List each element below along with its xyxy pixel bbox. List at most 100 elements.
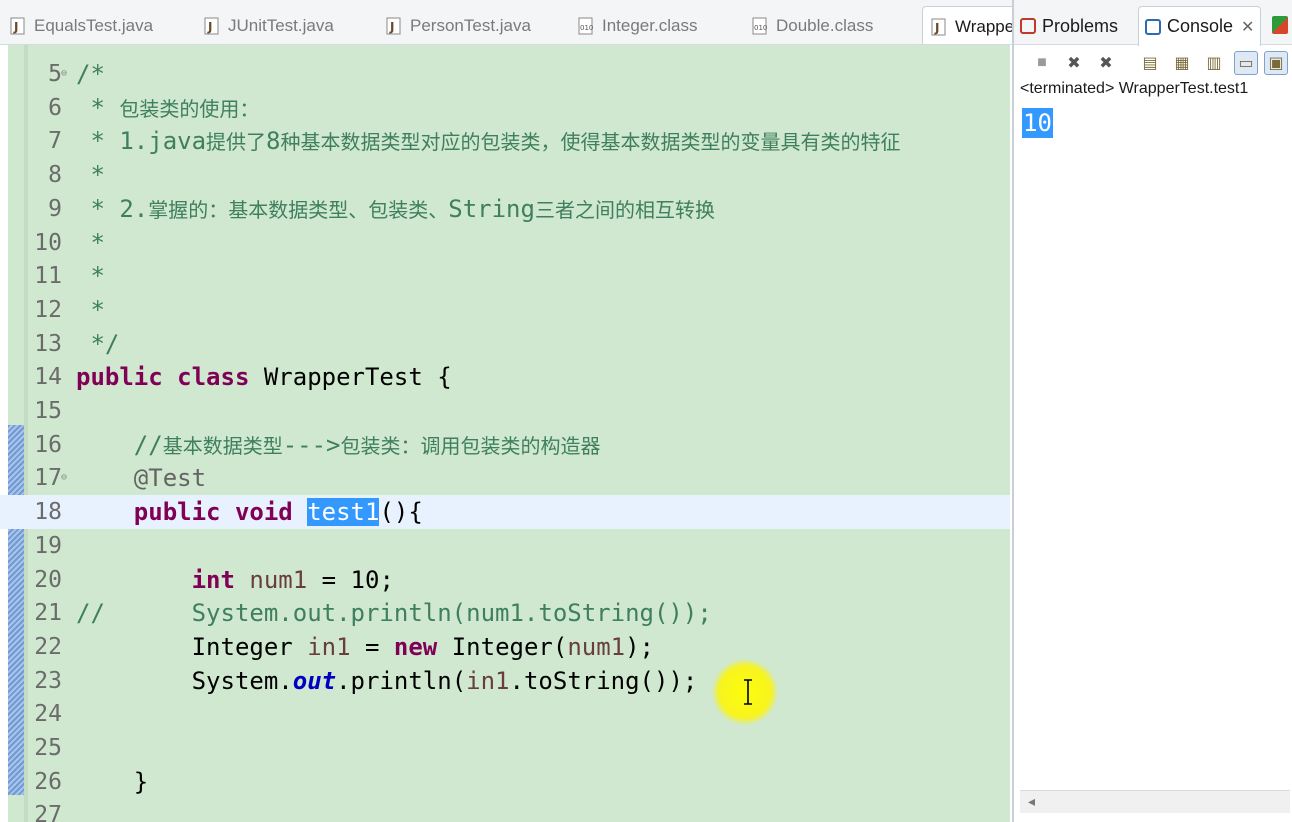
line-number: 12 — [34, 296, 62, 323]
line-number: 19 — [34, 532, 62, 559]
code-line[interactable]: 5 ⊖ /* — [0, 57, 1010, 91]
code-token: * — [76, 262, 105, 291]
code-token: 掌握的：基本数据类型、包装类、 — [148, 197, 449, 222]
code-line[interactable]: 8 * — [0, 158, 1010, 192]
code-line[interactable]: 18 public void test1(){ — [0, 495, 1010, 530]
code-token: 包装类：调用包装类的构造器 — [340, 433, 601, 458]
line-number: 23 — [34, 667, 62, 694]
code-token: 包装类的使用： — [119, 96, 260, 121]
view-tab-problems[interactable]: Problems — [1020, 8, 1118, 44]
code-line[interactable]: 13 */ — [0, 327, 1010, 361]
code-text: int num1 = 10; — [76, 563, 394, 597]
code-line[interactable]: 9 * 2.掌握的：基本数据类型、包装类、String三者之间的相互转换 — [0, 192, 1010, 226]
editor-tab-label: Double.class — [776, 16, 874, 35]
code-text: * 1.java提供了8种基本数据类型对应的包装类，使得基本数据类型的变量具有类… — [76, 124, 900, 159]
code-token: * — [76, 228, 105, 257]
view-tab-label: Console — [1167, 16, 1234, 36]
console-view: Problems Console ✕ ■ ✖ ✖ ▤ ▦ ▥ ▭ ▣ <terminated> W… — [1012, 0, 1292, 822]
editor-tab[interactable]: 010 Integer.class — [578, 8, 697, 44]
close-icon[interactable]: ✕ — [1241, 17, 1254, 37]
code-token: // System.out.println(num1.toString()); — [76, 599, 712, 628]
code-text: * 包装类的使用： — [76, 91, 259, 126]
fold-toggle-icon[interactable]: ⊖ — [61, 69, 70, 79]
class-file-icon: 010 — [752, 17, 768, 35]
editor-tab[interactable]: J Wrappe — [922, 6, 1012, 44]
code-line[interactable]: 19 — [0, 529, 1010, 563]
code-line[interactable]: 25 — [0, 731, 1010, 765]
code-token: Integer( — [437, 632, 568, 661]
code-token: 三者之间的相互转换 — [534, 197, 715, 222]
word-wrap-icon[interactable]: ▥ — [1202, 51, 1226, 75]
show-on-stderr-icon[interactable]: ▣ — [1264, 51, 1288, 75]
line-number: 5 — [48, 61, 62, 87]
code-line[interactable]: 6 * 包装类的使用： — [0, 91, 1010, 125]
svg-text:010: 010 — [754, 24, 767, 32]
remove-launch-icon[interactable]: ✖ — [1062, 51, 1086, 75]
svg-text:J: J — [934, 21, 939, 35]
console-status: <terminated> WrapperTest.test1 — [1020, 80, 1249, 97]
code-token: (){ — [379, 498, 423, 527]
line-number: 9 — [48, 195, 62, 222]
code-text: * — [76, 259, 105, 293]
code-token: out — [292, 666, 337, 695]
code-line[interactable]: 14 public class WrapperTest { — [0, 360, 1010, 394]
code-token: 提供了 — [206, 130, 267, 155]
code-text: * — [76, 226, 105, 260]
editor-tab-label: JUnitTest.java — [228, 16, 334, 35]
code-line[interactable]: 26 } — [0, 765, 1010, 799]
code-line[interactable]: 21 // System.out.println(num1.toString())… — [0, 596, 1010, 630]
scroll-left-icon[interactable]: ◂ — [1028, 793, 1035, 810]
code-token: @Test — [76, 464, 207, 493]
code-line[interactable]: 15 — [0, 394, 1010, 428]
line-number: 21 — [34, 600, 62, 627]
console-icon — [1145, 18, 1161, 35]
code-token: .println( — [336, 666, 467, 695]
scroll-lock-icon[interactable]: ▦ — [1170, 51, 1194, 75]
code-text: /* — [76, 57, 105, 91]
code-token: 基本数据类型 — [162, 433, 283, 458]
line-number: 18 — [34, 499, 62, 526]
code-line[interactable]: 10 * — [0, 226, 1010, 260]
code-line[interactable]: 11 * — [0, 259, 1010, 293]
code-token: new — [393, 632, 438, 661]
class-file-icon: 010 — [578, 17, 594, 35]
junit-view-icon[interactable] — [1272, 16, 1288, 34]
code-token: public void — [133, 498, 293, 527]
code-text: System.out.println(in1.toString()); — [76, 664, 698, 698]
code-editor[interactable]: 5 ⊖/* 6 * 包装类的使用： 7 * 1.java提供了8种基本数据类型对应的包… — [0, 45, 1010, 822]
code-line[interactable]: 24 — [0, 697, 1010, 731]
editor-tab-label: Integer.class — [602, 16, 698, 35]
view-tab-console[interactable]: Console ✕ — [1138, 6, 1262, 46]
code-token: num1 — [249, 565, 308, 594]
line-number: 26 — [34, 768, 62, 795]
line-number: 8 — [48, 162, 62, 189]
code-token: int — [191, 565, 235, 594]
line-number: 10 — [34, 229, 62, 256]
code-line[interactable]: 20 int num1 = 10; — [0, 563, 1010, 597]
code-line[interactable]: 27 — [0, 798, 1010, 822]
console-output[interactable]: 10 — [1022, 108, 1053, 138]
code-line[interactable]: 16 //基本数据类型--->包装类：调用包装类的构造器 — [0, 428, 1010, 462]
code-line[interactable]: 12 * — [0, 293, 1010, 327]
editor-tab-label: Wrappe — [955, 16, 1012, 36]
show-on-stdout-icon[interactable]: ▭ — [1234, 51, 1258, 75]
horizontal-scrollbar[interactable]: ◂ — [1020, 790, 1290, 813]
code-text: public class WrapperTest { — [76, 360, 452, 394]
editor-tab[interactable]: J EqualsTest.java — [10, 8, 153, 44]
remove-all-terminated-icon[interactable]: ✖ — [1094, 51, 1118, 75]
fold-toggle-icon[interactable]: ⊖ — [61, 473, 70, 483]
clear-console-icon[interactable]: ▤ — [1138, 51, 1162, 75]
editor-tab[interactable]: J JUnitTest.java — [204, 8, 334, 44]
code-line[interactable]: 7 * 1.java提供了8种基本数据类型对应的包装类，使得基本数据类型的变量具… — [0, 124, 1010, 158]
editor-tab[interactable]: J PersonTest.java — [386, 8, 531, 44]
code-line[interactable]: 17 ⊖ @Test — [0, 461, 1010, 495]
terminate-icon[interactable]: ■ — [1030, 51, 1054, 75]
code-text: */ — [76, 327, 119, 361]
code-token: System. — [76, 666, 293, 695]
code-line[interactable]: 23 System.out.println(in1.toString()); — [0, 664, 1010, 698]
line-number: 20 — [34, 566, 62, 593]
line-number: 24 — [34, 701, 62, 728]
editor-tab[interactable]: 010 Double.class — [752, 8, 873, 44]
code-line[interactable]: 22 Integer in1 = new Integer(num1); — [0, 630, 1010, 664]
